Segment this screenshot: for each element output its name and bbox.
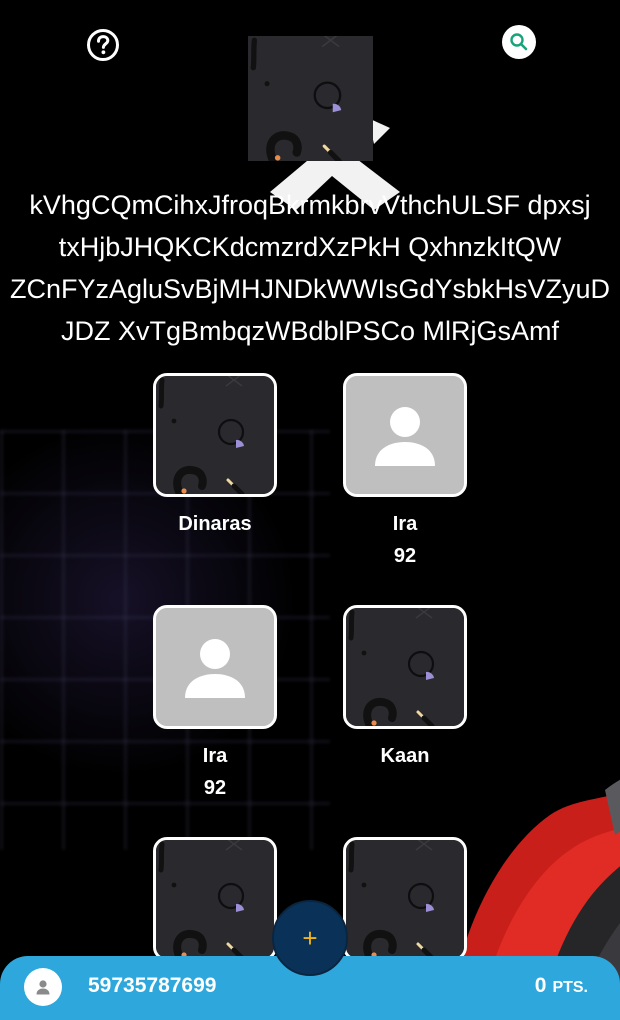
member-avatar — [153, 373, 277, 497]
member-score: 92 — [393, 545, 417, 567]
member-score: 92 — [203, 777, 227, 799]
group-title: kVhgCQmCihxJfroqBkrmkbrvVthchULSF dpxsj … — [0, 184, 620, 352]
pattern-avatar-image — [346, 840, 464, 958]
search-icon — [510, 33, 528, 51]
member-name: Dinaras — [178, 513, 252, 535]
plus-icon: + — [302, 922, 318, 953]
member-avatar — [153, 605, 277, 729]
group-avatar[interactable] — [248, 33, 373, 166]
person-icon — [156, 608, 274, 726]
screen: kVhgCQmCihxJfroqBkrmkbrvVthchULSF dpxsj … — [0, 0, 620, 1020]
help-button[interactable] — [86, 28, 120, 62]
member-card[interactable]: Dinaras — [153, 373, 277, 543]
member-avatar — [343, 373, 467, 497]
member-name: Kaan — [380, 745, 430, 767]
member-avatar — [153, 837, 277, 961]
pattern-avatar-image — [156, 840, 274, 958]
member-card[interactable] — [343, 837, 467, 961]
member-card[interactable]: Ira 92 — [343, 373, 467, 569]
person-icon — [346, 376, 464, 494]
search-button[interactable] — [502, 25, 536, 59]
points-value: 0 — [534, 974, 547, 997]
member-name: Ira — [392, 513, 418, 535]
group-title-line: ZCnFYzAgluSvBjMHJNDkWWIsGdYsbkHsVZyuD — [9, 274, 611, 304]
group-title-line: txHjbJHQKCKdcmzrdXzPkH QxhnzkItQW — [58, 232, 562, 262]
member-avatar — [343, 605, 467, 729]
pattern-avatar-image — [346, 608, 464, 726]
pattern-avatar-image — [248, 33, 373, 166]
pattern-avatar-image — [156, 376, 274, 494]
points-unit: PTS. — [552, 979, 588, 996]
member-name: Ira — [202, 745, 228, 767]
member-card[interactable] — [153, 837, 277, 961]
points-display: 0 PTS. — [535, 974, 588, 998]
member-card[interactable]: Ira 92 — [153, 605, 277, 801]
user-phone: 59735787699 — [88, 974, 217, 997]
group-title-line: kVhgCQmCihxJfroqBkrmkbrvVthchULSF dpxsj — [29, 190, 591, 220]
member-card[interactable]: Kaan — [343, 605, 467, 775]
add-button[interactable]: + — [272, 900, 348, 976]
member-avatar — [343, 837, 467, 961]
user-icon — [36, 980, 50, 995]
help-circle-icon — [87, 29, 119, 61]
group-title-line: JDZ XvTgBmbqzWBdblPSCo MlRjGsAmf — [60, 316, 560, 346]
user-avatar[interactable] — [24, 968, 62, 1006]
